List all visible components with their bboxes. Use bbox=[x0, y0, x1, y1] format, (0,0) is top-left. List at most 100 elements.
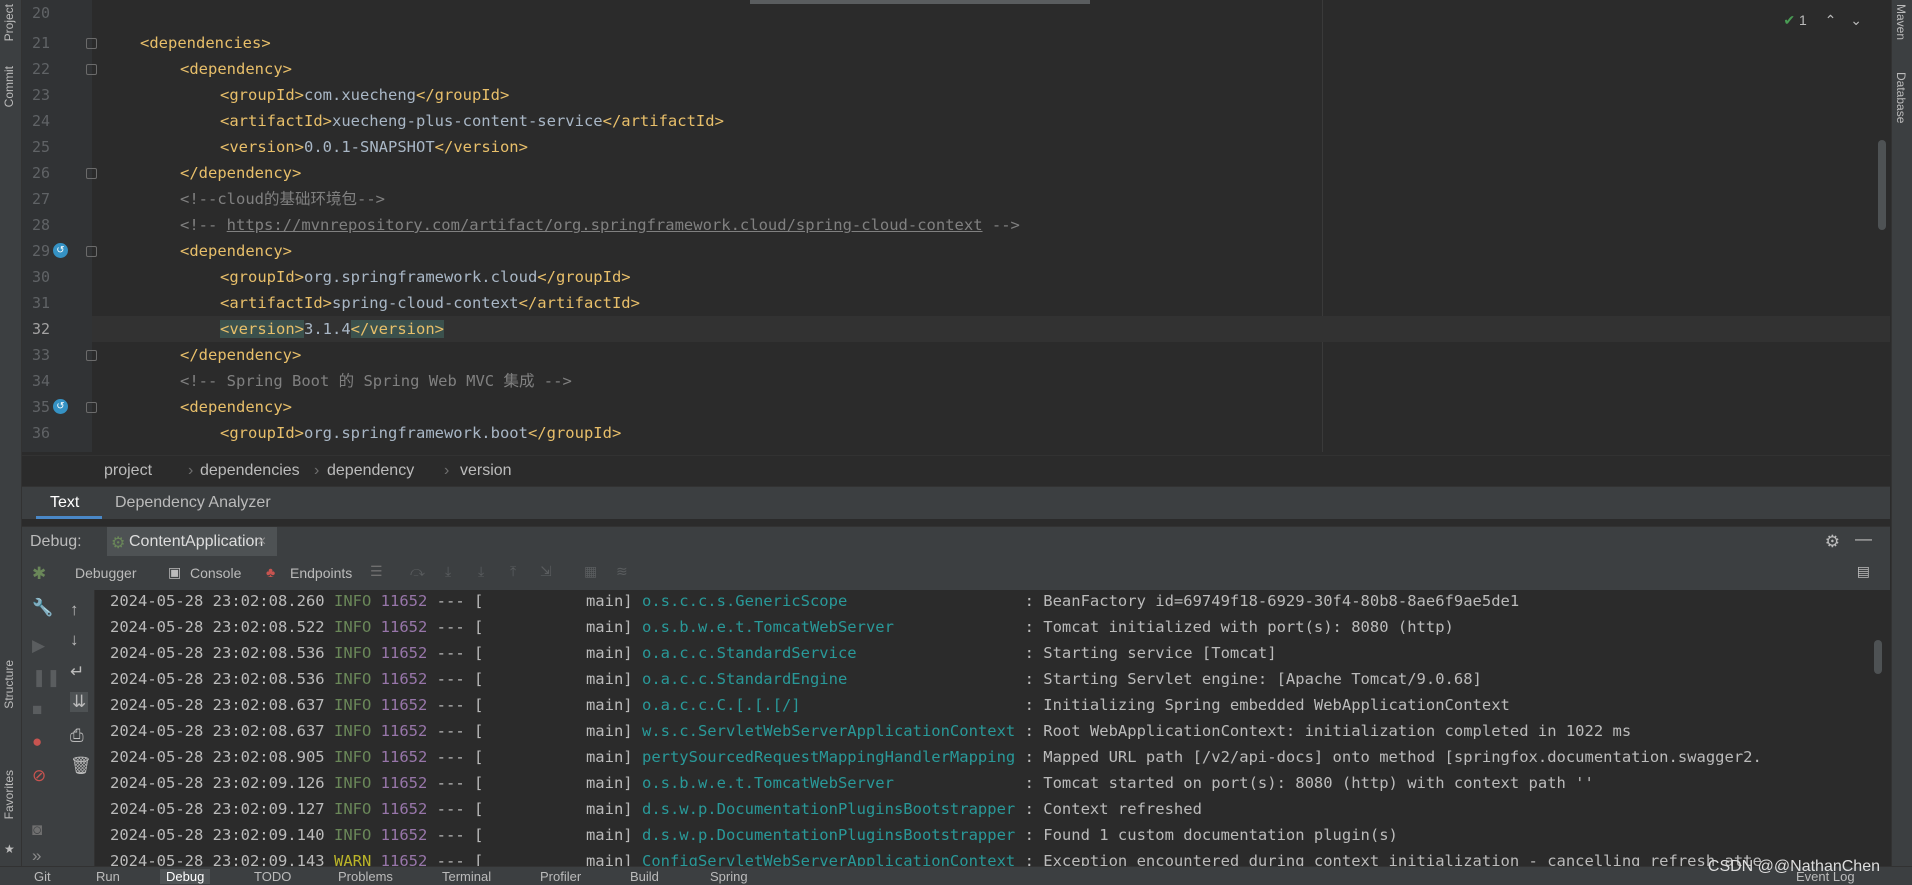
console-line: 2024-05-28 23:02:08.637 INFO 11652 --- [… bbox=[110, 718, 1631, 744]
tab-endpoints[interactable]: Endpoints bbox=[290, 565, 352, 581]
code-text: <dependency> bbox=[180, 242, 292, 260]
tab-text[interactable]: Text bbox=[50, 494, 79, 512]
run-button[interactable]: Run bbox=[96, 869, 120, 884]
show-execution-point-icon[interactable]: ⤼ bbox=[410, 563, 425, 580]
arrow-up-icon[interactable]: ↑ bbox=[70, 600, 79, 620]
log-ts: 2024-05-28 23:02:08.637 bbox=[110, 722, 325, 740]
log-thread: --- [ main] bbox=[436, 826, 633, 844]
debug-actions-toolbar: ✱ 🔧 ▶ ❚❚ ■ ● ⊘ ◙ » bbox=[22, 556, 61, 866]
fold-icon[interactable] bbox=[86, 402, 97, 413]
tab-console[interactable]: Console bbox=[190, 565, 241, 581]
breadcrumb-item[interactable]: project bbox=[104, 462, 152, 480]
commit-toolwindow-tab[interactable]: Commit bbox=[2, 66, 16, 107]
resume-icon[interactable]: ▶ bbox=[32, 636, 45, 656]
minimize-icon[interactable]: — bbox=[1855, 529, 1872, 549]
stop-icon[interactable]: ■ bbox=[32, 700, 42, 720]
log-thread: --- [ main] bbox=[436, 670, 633, 688]
git-button[interactable]: Git bbox=[34, 869, 51, 884]
step-into-icon[interactable]: ⤓ bbox=[478, 563, 484, 580]
tab-debugger[interactable]: Debugger bbox=[75, 565, 137, 581]
layout-icon[interactable]: ▤ bbox=[1857, 563, 1870, 580]
line-number: 32 bbox=[31, 320, 50, 338]
fold-icon[interactable] bbox=[86, 350, 97, 361]
run-to-cursor-icon[interactable]: ⇲ bbox=[540, 563, 552, 580]
code-line: 30 <groupId>org.springframework.cloud</g… bbox=[22, 264, 1890, 290]
terminal-button[interactable]: Terminal bbox=[442, 869, 491, 884]
project-toolwindow-tab[interactable]: Project bbox=[2, 4, 16, 41]
fold-icon[interactable] bbox=[86, 38, 97, 49]
line-number: 28 bbox=[31, 216, 50, 234]
breadcrumb-item[interactable]: dependencies bbox=[200, 462, 300, 480]
spring-bean-icon[interactable]: ↺ bbox=[53, 243, 68, 258]
log-logger: o.s.c.c.s.GenericScope bbox=[641, 592, 1016, 610]
fold-icon[interactable] bbox=[86, 246, 97, 257]
line-number: 22 bbox=[31, 60, 50, 78]
close-icon[interactable]: × bbox=[257, 533, 266, 551]
log-thread: --- [ main] bbox=[436, 644, 633, 662]
comment-url-link[interactable]: https://mvnrepository.com/artifact/org.s… bbox=[227, 216, 983, 234]
scroll-to-end-icon[interactable]: ⇊ bbox=[70, 692, 89, 712]
log-pid: 11652 bbox=[380, 644, 428, 662]
profiler-button[interactable]: Profiler bbox=[540, 869, 581, 884]
more-icon[interactable]: » bbox=[32, 846, 41, 866]
tab-content-application[interactable]: ⚙ ContentApplication × bbox=[107, 527, 277, 557]
console-icon: ▣ bbox=[168, 564, 182, 580]
breadcrumb-item[interactable]: dependency bbox=[327, 462, 414, 480]
evaluate-icon[interactable]: ▦ bbox=[584, 563, 597, 580]
bug-icon[interactable]: ✱ bbox=[32, 564, 46, 584]
console-vertical-scrollbar[interactable] bbox=[1874, 640, 1882, 674]
fold-icon[interactable] bbox=[86, 64, 97, 75]
line-number: 20 bbox=[31, 4, 50, 22]
log-lvl: INFO bbox=[333, 696, 372, 714]
gear-icon[interactable]: ⚙ bbox=[1825, 532, 1840, 552]
mute-breakpoints-icon[interactable]: ⊘ bbox=[32, 766, 46, 786]
log-logger: o.a.c.c.StandardService bbox=[641, 644, 1016, 662]
print-icon[interactable]: ⎙ bbox=[70, 726, 84, 746]
line-number: 30 bbox=[31, 268, 50, 286]
wrench-icon[interactable]: 🔧 bbox=[32, 598, 53, 618]
log-msg: : Tomcat initialized with port(s): 8080 … bbox=[1024, 618, 1454, 636]
log-lvl: INFO bbox=[333, 722, 372, 740]
code-comment: <!--cloud的基础环境包--> bbox=[180, 190, 385, 208]
log-pid: 11652 bbox=[380, 774, 428, 792]
breadcrumb-item[interactable]: version bbox=[460, 462, 512, 480]
camera-icon[interactable]: ◙ bbox=[32, 820, 42, 840]
code-text: <groupId>com.xuecheng</groupId> bbox=[220, 86, 510, 104]
todo-button[interactable]: TODO bbox=[254, 869, 291, 884]
log-ts: 2024-05-28 23:02:08.536 bbox=[110, 644, 325, 662]
pause-icon[interactable]: ❚❚ bbox=[32, 668, 61, 688]
log-ts: 2024-05-28 23:02:08.637 bbox=[110, 696, 325, 714]
favorites-toolwindow-tab[interactable]: Favorites bbox=[2, 770, 16, 819]
editor-vertical-scrollbar[interactable] bbox=[1878, 140, 1886, 230]
trace-icon[interactable]: ≋ bbox=[616, 563, 628, 580]
log-msg: : Context refreshed bbox=[1024, 800, 1202, 818]
code-editor[interactable]: ✔ 1 ⌃ ⌄ 20 21 <dependencies> 22 <depende… bbox=[22, 0, 1890, 452]
log-thread: --- [ main] bbox=[436, 722, 633, 740]
database-toolwindow-tab[interactable]: Database bbox=[1894, 72, 1908, 123]
console-line: 2024-05-28 23:02:08.905 INFO 11652 --- [… bbox=[110, 744, 1762, 770]
console-output[interactable]: 2024-05-28 23:02:08.260 INFO 11652 --- [… bbox=[95, 590, 1890, 866]
spring-bean-icon[interactable]: ↺ bbox=[53, 399, 68, 414]
soft-wrap-icon[interactable]: ↵ bbox=[70, 662, 84, 682]
tab-dependency-analyzer[interactable]: Dependency Analyzer bbox=[115, 494, 271, 512]
structure-toolwindow-tab[interactable]: Structure bbox=[2, 660, 16, 709]
console-actions-toolbar: ↑ ↓ ↵ ⇊ ⎙ 🗑 bbox=[60, 590, 95, 866]
arrow-down-icon[interactable]: ↓ bbox=[70, 630, 79, 650]
debug-button[interactable]: Debug bbox=[160, 869, 211, 884]
code-text: <artifactId>xuecheng-plus-content-servic… bbox=[220, 112, 724, 130]
log-logger: w.s.c.ServletWebServerApplicationContext bbox=[641, 722, 1016, 740]
step-out-icon[interactable]: ⤒ bbox=[510, 563, 516, 580]
fold-icon[interactable] bbox=[86, 168, 97, 179]
problems-button[interactable]: Problems bbox=[338, 869, 393, 884]
step-over-icon[interactable]: ⤓ bbox=[445, 563, 451, 580]
code-line: 29 ↺ <dependency> bbox=[22, 238, 1890, 264]
code-text: <dependencies> bbox=[140, 34, 271, 52]
view-breakpoints-icon[interactable]: ● bbox=[32, 732, 42, 752]
log-ts: 2024-05-28 23:02:08.905 bbox=[110, 748, 325, 766]
trash-icon[interactable]: 🗑 bbox=[70, 756, 92, 776]
build-button[interactable]: Build bbox=[630, 869, 659, 884]
maven-toolwindow-tab[interactable]: Maven bbox=[1894, 4, 1908, 40]
spring-button[interactable]: Spring bbox=[710, 869, 748, 884]
debug-panel-header: Debug: ⚙ ContentApplication × ⚙ — bbox=[22, 526, 1890, 557]
menu-icon[interactable]: ☰ bbox=[370, 563, 383, 580]
